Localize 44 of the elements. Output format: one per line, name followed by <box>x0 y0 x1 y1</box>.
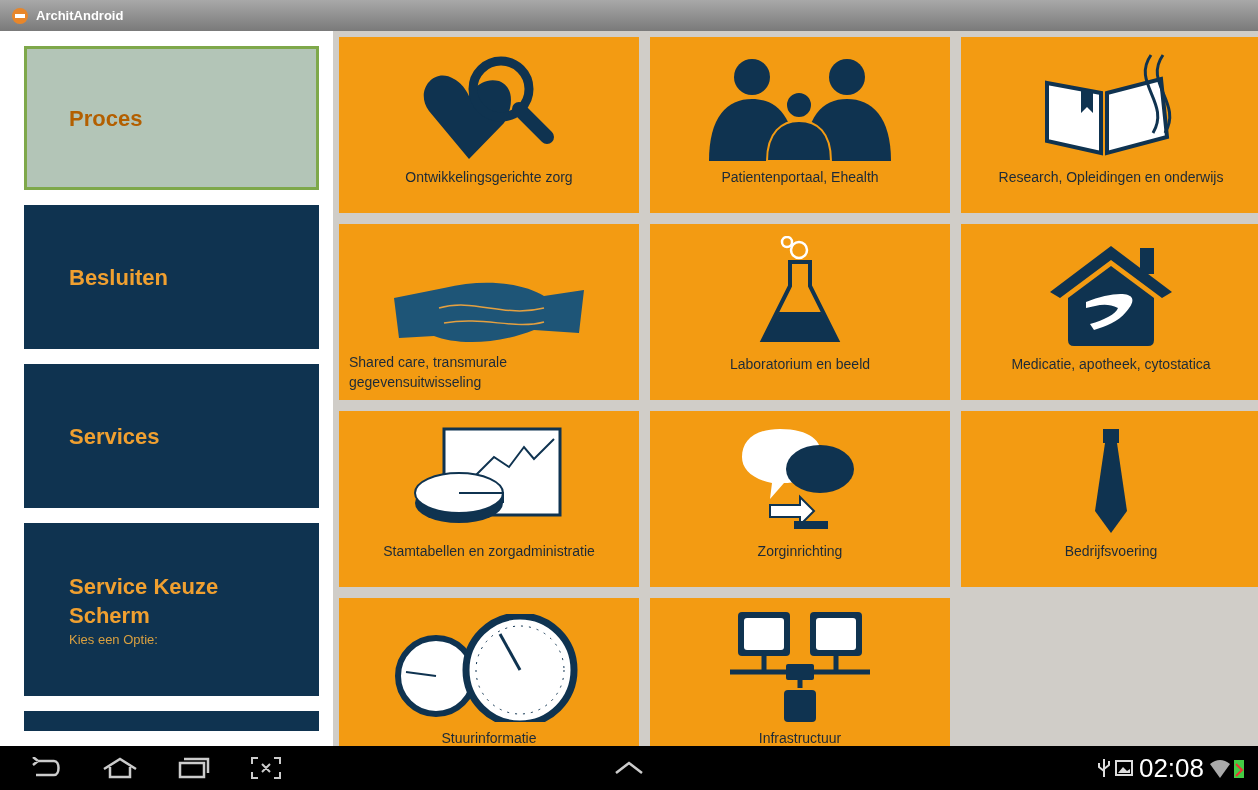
network-computers-icon <box>730 610 870 722</box>
screenshot-button[interactable] <box>250 756 282 780</box>
window-title: ArchitAndroid <box>36 8 124 23</box>
menu-card[interactable]: Services <box>24 364 319 508</box>
category-tile[interactable]: Infrastructuur <box>650 598 950 746</box>
back-button[interactable] <box>30 757 62 779</box>
category-tile[interactable]: Research, Opleidingen en onderwijs <box>961 37 1258 213</box>
menu-card-title: Besluiten <box>69 263 170 292</box>
app-icon <box>12 7 28 24</box>
home-button[interactable] <box>102 757 138 779</box>
usb-icon <box>1096 757 1111 779</box>
menu-card[interactable]: Besluiten <box>24 205 319 349</box>
menu-card-subtitle: Kies een Optie: <box>69 632 159 647</box>
category-tile[interactable]: Stuurinformatie <box>339 598 639 746</box>
tile-label: Stamtabellen en zorgadministratie <box>382 542 596 561</box>
tile-label: Research, Opleidingen en onderwijs <box>997 168 1225 187</box>
tile-label: Patientenportaal, Ehealth <box>720 168 880 187</box>
tile-label: Ontwikkelingsgerichte zorg <box>404 168 574 187</box>
category-tile[interactable]: Ontwikkelingsgerichte zorg <box>339 37 639 213</box>
tile-label: Laboratorium en beeld <box>728 355 872 374</box>
menu-card-title: Proces <box>69 104 144 133</box>
category-tile[interactable]: Stamtabellen en zorgadministratie <box>339 411 639 587</box>
category-tile[interactable]: Laboratorium en beeld <box>650 224 950 400</box>
battery-icon <box>1234 758 1244 778</box>
category-tile[interactable]: Patientenportaal, Ehealth <box>650 37 950 213</box>
menu-card-title: Services <box>69 422 161 451</box>
menu-card[interactable]: Service Keuze Scherm Kies een Optie: <box>24 523 319 696</box>
clock-time: 02:08 <box>1138 752 1204 784</box>
wifi-icon <box>1210 758 1230 778</box>
people-silhouette-icon <box>707 57 893 161</box>
menu-card-title: Service Keuze Scherm <box>69 573 220 630</box>
tile-label: Stuurinformatie <box>440 729 538 746</box>
category-tile[interactable]: Bedrijfsvoering <box>961 411 1258 587</box>
tile-label: Shared care, transmurale gegevensuitwisseling <box>348 353 508 392</box>
chevron-up-button[interactable] <box>614 761 645 775</box>
image-icon <box>1114 760 1133 776</box>
category-tile[interactable]: Zorginrichting <box>650 411 950 587</box>
category-tile[interactable]: Shared care, transmurale gegevensuitwisseling <box>339 224 639 400</box>
tile-label: Medicatie, apotheek, cytostatica <box>1010 355 1212 374</box>
recent-apps-button[interactable] <box>178 757 210 779</box>
category-tile[interactable]: Medicatie, apotheek, cytostatica <box>961 224 1258 400</box>
tile-label: Infrastructuur <box>757 729 843 746</box>
tile-label: Bedrijfsvoering <box>1063 542 1159 561</box>
tile-label: Zorginrichting <box>756 542 844 561</box>
